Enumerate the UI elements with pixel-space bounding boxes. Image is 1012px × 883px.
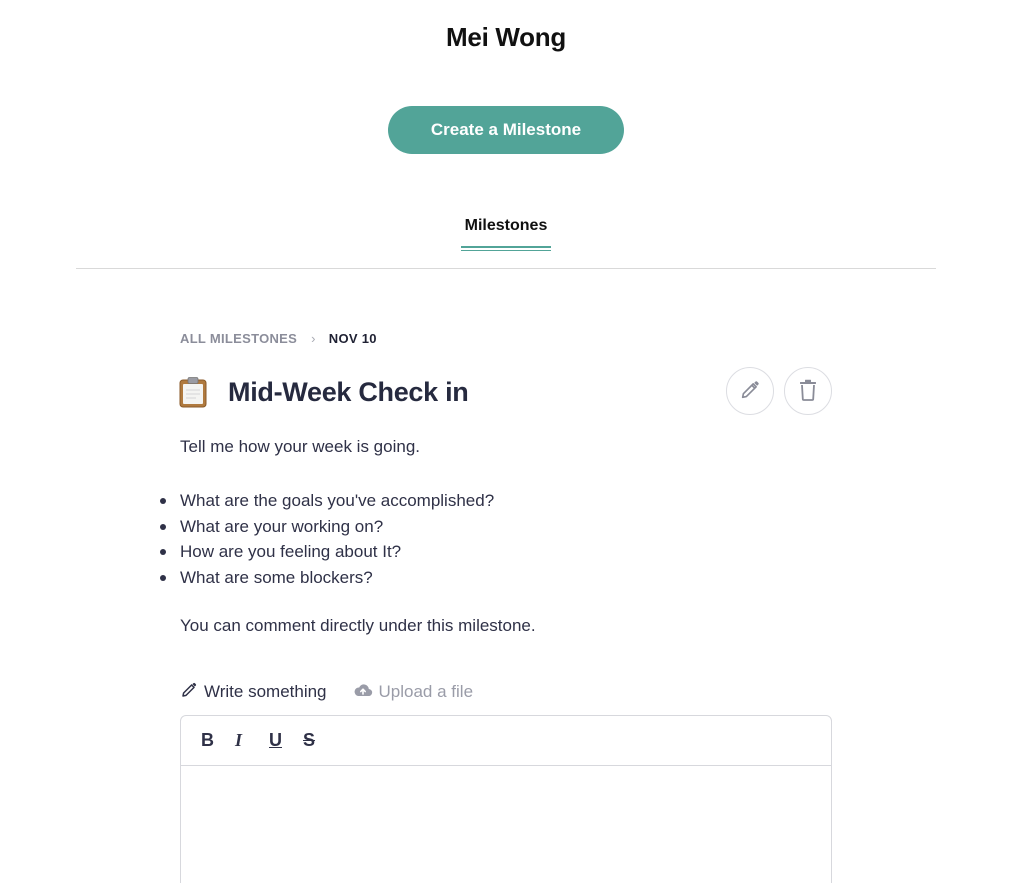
milestone-questions: What are the goals you've accomplished? … (159, 488, 494, 591)
clipboard-icon (178, 376, 208, 408)
milestone-header: Mid-Week Check in (178, 372, 469, 412)
comment-editor-tabs: Write something Upload a file (180, 680, 473, 704)
editor-toolbar: B I U S (181, 716, 831, 766)
italic-button[interactable]: I (235, 728, 269, 754)
breadcrumb: ALL MILESTONES › NOV 10 (180, 329, 377, 347)
tab-milestones-label: Milestones (464, 217, 548, 234)
pencil-icon (739, 379, 761, 404)
profile-name: Mei Wong (446, 22, 566, 52)
delete-milestone-button[interactable] (784, 367, 832, 415)
milestone-intro: Tell me how your week is going. (180, 437, 421, 456)
write-something-label: Write something (204, 682, 327, 701)
milestone-title: Mid-Week Check in (228, 376, 469, 407)
list-item: What are your working on? (159, 514, 494, 540)
list-item: How are you feeling about It? (159, 539, 494, 565)
tab-milestones[interactable]: Milestones (456, 216, 556, 254)
breadcrumb-separator-icon: › (311, 330, 316, 346)
edit-milestone-button[interactable] (726, 367, 774, 415)
milestone-page: Mei Wong Create a Milestone Milestones A… (0, 0, 1012, 883)
list-item: What are the goals you've accomplished? (159, 488, 494, 514)
comment-editor: B I U S (180, 715, 832, 883)
pencil-icon (180, 681, 204, 704)
cloud-upload-icon (353, 682, 379, 703)
tabs-divider (76, 268, 936, 269)
strikethrough-button[interactable]: S (303, 728, 337, 754)
bold-button[interactable]: B (201, 728, 235, 754)
breadcrumb-all-milestones[interactable]: ALL MILESTONES (180, 331, 297, 346)
comment-input[interactable] (181, 766, 831, 883)
active-tab-indicator (461, 246, 551, 251)
milestone-outro: You can comment directly under this mile… (180, 616, 536, 635)
upload-file-tab[interactable]: Upload a file (353, 682, 474, 703)
upload-file-label: Upload a file (378, 682, 474, 701)
underline-button[interactable]: U (269, 728, 303, 754)
list-item: What are some blockers? (159, 565, 494, 591)
write-something-tab[interactable]: Write something (180, 681, 327, 704)
breadcrumb-current: NOV 10 (328, 330, 377, 346)
create-milestone-button[interactable]: Create a Milestone (388, 106, 624, 154)
trash-icon (798, 379, 818, 404)
